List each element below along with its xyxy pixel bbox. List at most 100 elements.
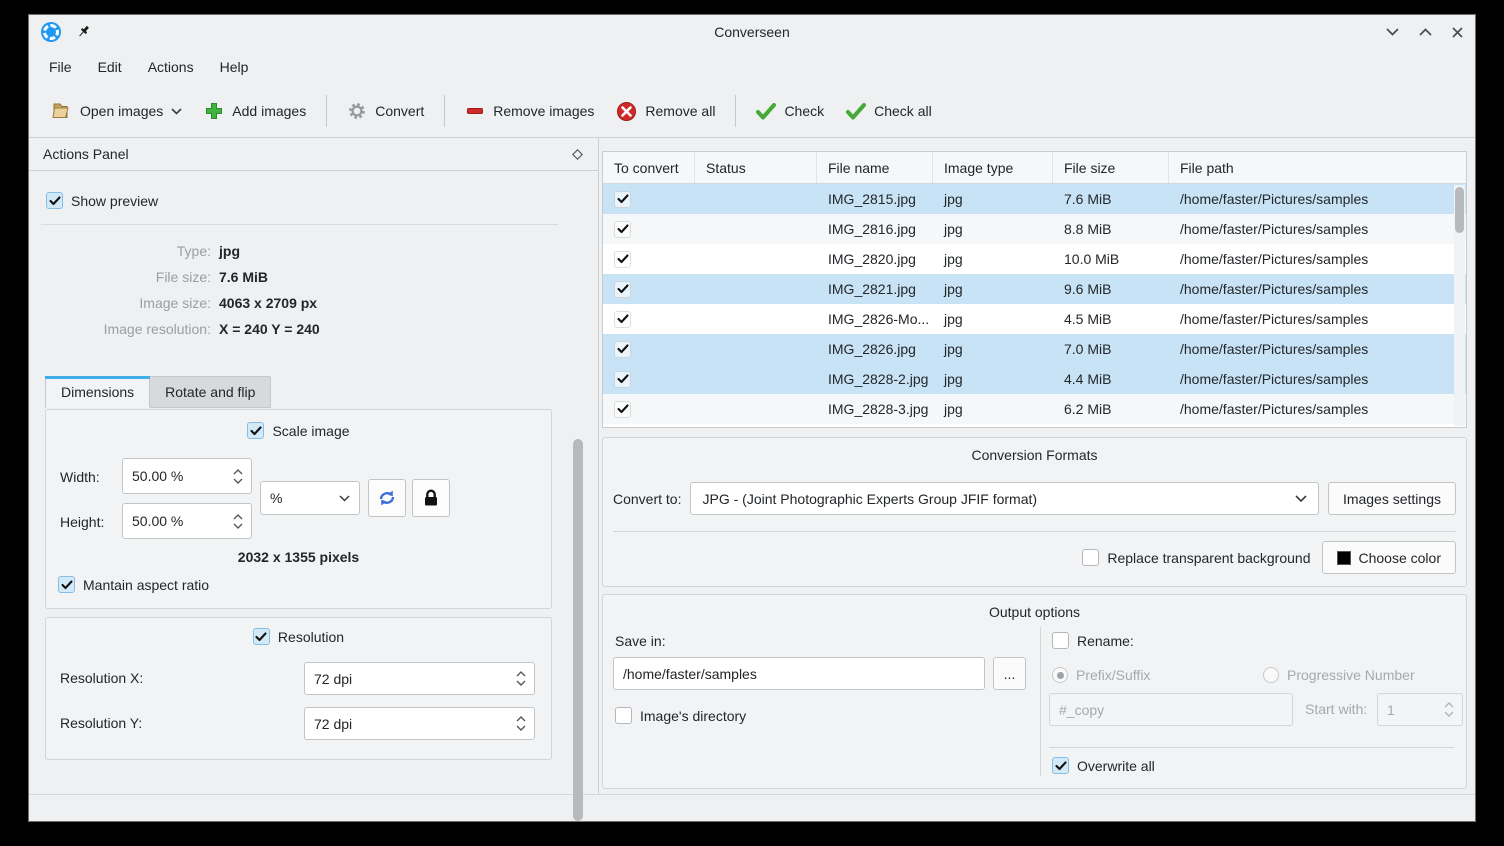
start-with-spinbox[interactable]: 1 — [1377, 693, 1463, 726]
table-row[interactable]: IMG_2828-3.jpg jpg 6.2 MiB /home/faster/… — [603, 394, 1466, 424]
rename-pattern-input[interactable]: #_copy — [1049, 693, 1293, 726]
tab-rotate-and-flip[interactable]: Rotate and flip — [150, 376, 271, 408]
cell-file-path: /home/faster/Pictures/samples — [1169, 251, 1466, 267]
rename-checkbox[interactable]: Rename: — [1052, 632, 1134, 649]
open-images-button[interactable]: Open images — [39, 93, 193, 129]
cell-image-type: jpg — [933, 221, 1053, 237]
cell-file-name: IMG_2826.jpg — [817, 341, 933, 357]
float-diamond-icon[interactable] — [571, 148, 584, 161]
conversion-formats-box: Conversion Formats Convert to: JPG - (Jo… — [602, 437, 1467, 587]
maximize-icon[interactable] — [1419, 28, 1432, 36]
unit-dropdown[interactable]: % — [260, 481, 360, 515]
spinner-arrows-icon[interactable] — [516, 671, 534, 686]
scale-image-checkbox[interactable]: Scale image — [247, 422, 349, 439]
cell-file-size: 9.6 MiB — [1053, 281, 1169, 297]
resolution-y-spinbox[interactable]: 72 dpi — [304, 707, 535, 740]
format-dropdown[interactable]: JPG - (Joint Photographic Experts Group … — [690, 482, 1318, 515]
to-convert-checkbox[interactable] — [614, 371, 631, 388]
to-convert-checkbox[interactable] — [614, 221, 631, 238]
col-file-size[interactable]: File size — [1053, 152, 1169, 183]
cell-file-name: IMG_2826-Mo... — [817, 311, 933, 327]
check-all-button[interactable]: Check all — [835, 95, 943, 128]
to-convert-checkbox[interactable] — [614, 401, 631, 418]
remove-all-button[interactable]: Remove all — [605, 93, 726, 130]
swap-dimensions-button[interactable] — [368, 479, 406, 517]
resolution-x-spinbox[interactable]: 72 dpi — [304, 662, 535, 695]
image-size-value: 4063 x 2709 px — [219, 295, 320, 311]
resolution-y-label: Resolution Y: — [60, 715, 142, 731]
remove-images-button[interactable]: Remove images — [454, 93, 605, 129]
image-resolution-label: Image resolution: — [29, 321, 211, 337]
table-row[interactable]: IMG_2820.jpg jpg 10.0 MiB /home/faster/P… — [603, 244, 1466, 274]
progressive-number-radio[interactable]: Progressive Number — [1263, 667, 1415, 683]
col-image-type[interactable]: Image type — [933, 152, 1053, 183]
replace-transparent-checkbox[interactable]: Replace transparent background — [1082, 549, 1310, 566]
table-scrollbar[interactable] — [1454, 185, 1465, 426]
table-row[interactable]: IMG_2826.jpg jpg 7.0 MiB /home/faster/Pi… — [603, 334, 1466, 364]
images-directory-checkbox[interactable]: Image's directory — [615, 707, 746, 724]
spinner-arrows-icon[interactable] — [1444, 702, 1462, 717]
menu-help[interactable]: Help — [208, 54, 261, 80]
chevron-down-icon — [171, 108, 182, 115]
panel-scrollbar[interactable] — [573, 439, 583, 821]
menu-file[interactable]: File — [37, 54, 84, 80]
type-value: jpg — [219, 243, 320, 259]
cell-file-path: /home/faster/Pictures/samples — [1169, 281, 1466, 297]
pixels-info: 2032 x 1355 pixels — [46, 549, 551, 565]
browse-button[interactable]: ... — [993, 657, 1026, 690]
table-row[interactable]: IMG_2826-Mo... jpg 4.5 MiB /home/faster/… — [603, 304, 1466, 334]
minimize-icon[interactable] — [1386, 28, 1399, 36]
maintain-aspect-checkbox[interactable]: Mantain aspect ratio — [58, 576, 209, 593]
spinner-arrows-icon[interactable] — [233, 469, 251, 484]
col-file-name[interactable]: File name — [817, 152, 933, 183]
lock-aspect-button[interactable] — [412, 479, 450, 517]
to-convert-checkbox[interactable] — [614, 281, 631, 298]
spinner-arrows-icon[interactable] — [516, 716, 534, 731]
cell-image-type: jpg — [933, 281, 1053, 297]
image-size-label: Image size: — [29, 295, 211, 311]
to-convert-checkbox[interactable] — [614, 341, 631, 358]
conversion-formats-title: Conversion Formats — [603, 438, 1466, 463]
cell-image-type: jpg — [933, 191, 1053, 207]
to-convert-checkbox[interactable] — [614, 311, 631, 328]
save-path-input[interactable]: /home/faster/samples — [613, 657, 985, 690]
output-options-title: Output options — [603, 595, 1466, 620]
resolution-checkbox[interactable]: Resolution — [253, 628, 344, 645]
cell-file-name: IMG_2828-3.jpg — [817, 401, 933, 417]
lock-icon — [421, 488, 441, 508]
height-spinbox[interactable]: 50.00 % — [122, 503, 252, 539]
check-icon — [846, 103, 866, 120]
to-convert-checkbox[interactable] — [614, 191, 631, 208]
images-settings-button[interactable]: Images settings — [1328, 482, 1456, 515]
to-convert-checkbox[interactable] — [614, 251, 631, 268]
tab-dimensions[interactable]: Dimensions — [45, 376, 150, 408]
spinner-arrows-icon[interactable] — [233, 514, 251, 529]
titlebar: Converseen — [29, 15, 1475, 49]
gear-icon — [347, 101, 367, 121]
width-spinbox[interactable]: 50.00 % — [122, 458, 252, 494]
table-row[interactable]: IMG_2815.jpg jpg 7.6 MiB /home/faster/Pi… — [603, 184, 1466, 214]
resolution-groupbox: Resolution Resolution X: 72 dpi Resoluti… — [45, 617, 552, 760]
overwrite-all-checkbox[interactable]: Overwrite all — [1052, 757, 1155, 774]
col-to-convert[interactable]: To convert — [603, 152, 695, 183]
show-preview-checkbox[interactable]: Show preview — [46, 192, 158, 209]
table-row[interactable]: IMG_2828-2.jpg jpg 4.4 MiB /home/faster/… — [603, 364, 1466, 394]
cell-file-size: 8.8 MiB — [1053, 221, 1169, 237]
prefix-suffix-radio[interactable]: Prefix/Suffix — [1052, 667, 1150, 683]
menu-actions[interactable]: Actions — [136, 54, 206, 80]
col-status[interactable]: Status — [695, 152, 817, 183]
add-images-button[interactable]: Add images — [193, 93, 317, 129]
menu-edit[interactable]: Edit — [86, 54, 134, 80]
check-button[interactable]: Check — [745, 95, 835, 128]
convert-button[interactable]: Convert — [336, 93, 435, 129]
table-row[interactable]: IMG_2816.jpg jpg 8.8 MiB /home/faster/Pi… — [603, 214, 1466, 244]
file-table: To convert Status File name Image type F… — [602, 151, 1467, 428]
table-row[interactable]: IMG_2821.jpg jpg 9.6 MiB /home/faster/Pi… — [603, 274, 1466, 304]
check-icon — [756, 103, 776, 120]
file-size-value: 7.6 MiB — [219, 269, 320, 285]
col-file-path[interactable]: File path — [1169, 152, 1466, 183]
toolbar-separator — [326, 95, 327, 127]
close-icon[interactable] — [1452, 27, 1463, 38]
cell-file-size: 6.2 MiB — [1053, 401, 1169, 417]
choose-color-button[interactable]: Choose color — [1322, 541, 1457, 574]
